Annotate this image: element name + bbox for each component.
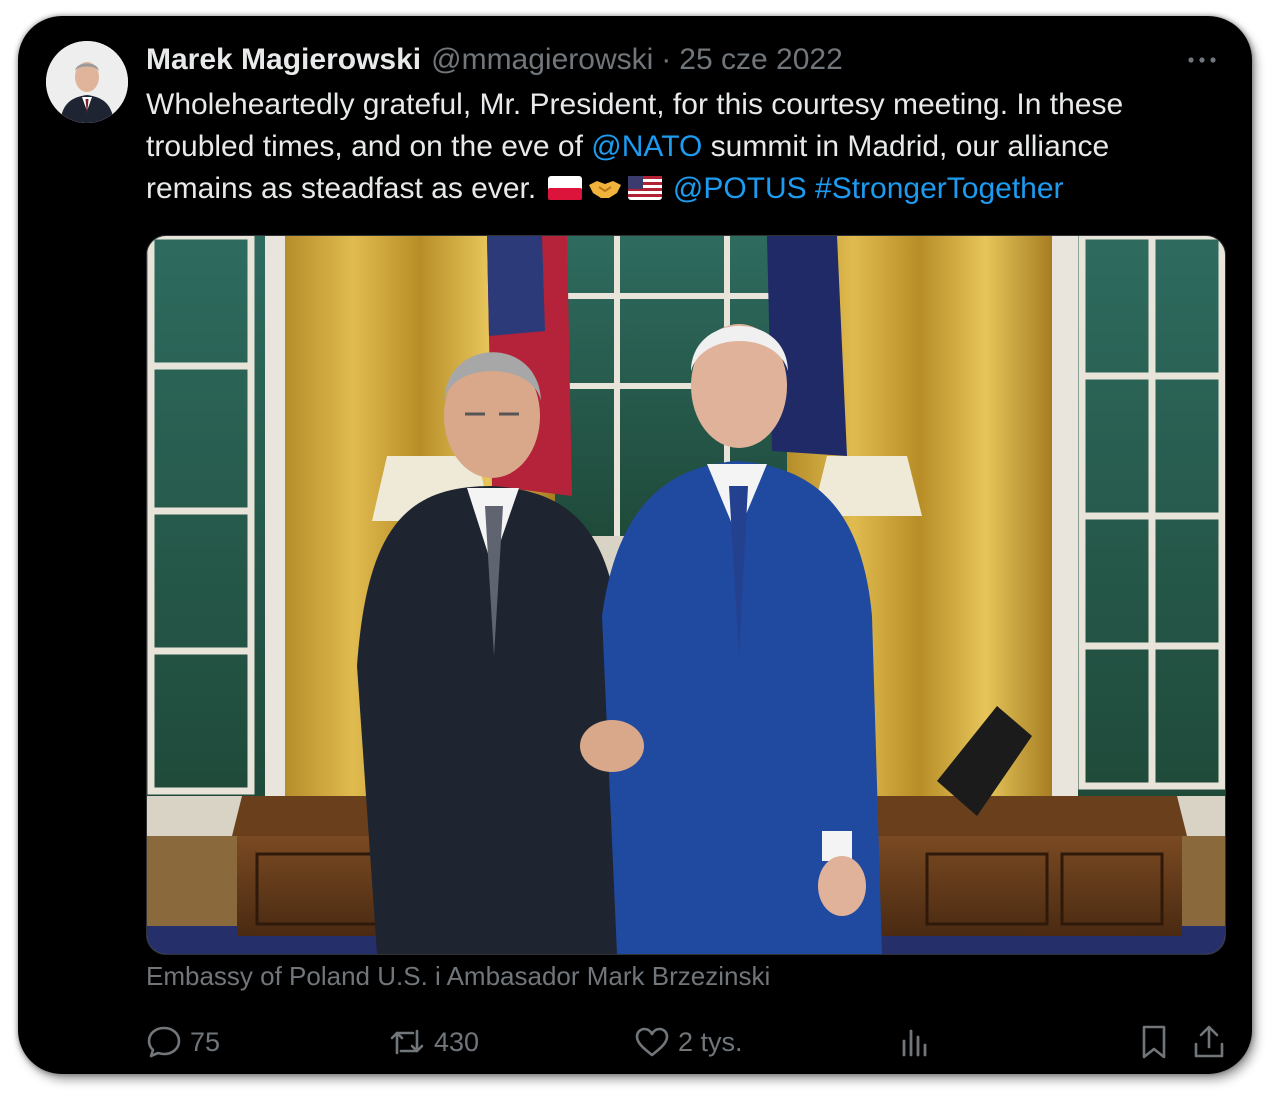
share-button[interactable] [1192,1020,1234,1064]
separator: · [661,43,672,76]
action-bar: 75 430 2 tys. [146,1020,1236,1064]
views-button[interactable] [898,1020,940,1064]
like-count: 2 tys. [678,1026,743,1057]
tweet-date[interactable]: 25 cze 2022 [679,43,842,77]
hashtag-link[interactable]: #StrongerTogether [815,172,1064,205]
tweet-header: Marek Magierowski @mmagierowski · 25 cze… [146,40,843,80]
mention-nato-link[interactable]: @NATO [591,130,702,163]
author-handle[interactable]: @mmagierowski [431,43,653,77]
tweet-text: Wholeheartedly grateful, Mr. President, … [146,84,1216,210]
more-options-icon[interactable] [1182,46,1222,74]
bookmark-button[interactable] [1139,1020,1177,1064]
mention-potus-link[interactable]: @POTUS [673,172,807,205]
reply-button[interactable]: 75 [146,1020,220,1064]
share-icon [1194,1025,1224,1058]
tweet-card: Marek Magierowski @mmagierowski · 25 cze… [18,16,1252,1074]
repost-count: 430 [434,1026,480,1057]
repost-button[interactable]: 430 [388,1020,479,1064]
repost-icon [390,1029,424,1055]
reply-icon [147,1026,181,1058]
heart-icon [635,1027,669,1057]
flag-poland-icon [547,171,583,200]
analytics-icon [902,1029,927,1057]
media-caption[interactable]: Embassy of Poland U.S. i Ambasador Mark … [146,961,770,992]
author-name[interactable]: Marek Magierowski [146,43,421,77]
flag-usa-icon [627,171,663,200]
reply-count: 75 [190,1026,221,1057]
handshake-icon [587,171,623,198]
bookmark-icon [1142,1025,1166,1059]
like-button[interactable]: 2 tys. [634,1020,743,1064]
tweet-photo[interactable] [146,235,1226,955]
avatar[interactable] [46,41,128,123]
